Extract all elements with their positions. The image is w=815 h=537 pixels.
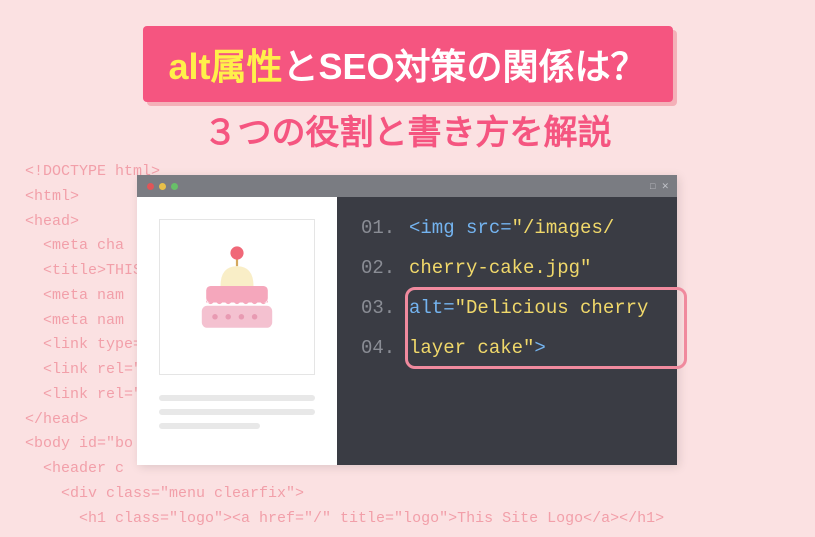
- code-line-1: 01. <img src="/images/: [361, 217, 653, 239]
- code-line-2: 02. cherry-cake.jpg": [361, 257, 653, 279]
- maximize-dot-icon: [171, 183, 178, 190]
- line-number: 03.: [361, 297, 409, 319]
- code-line-4: 04. layer cake">: [361, 337, 653, 359]
- window-controls: [147, 183, 178, 190]
- subtitle: ３つの役割と書き方を解説: [204, 105, 612, 154]
- window-right-controls: □ ✕: [650, 181, 669, 192]
- code-content: <img src="/images/: [409, 217, 614, 239]
- title-highlight: alt属性: [168, 46, 282, 87]
- browser-titlebar: □ ✕: [137, 175, 677, 197]
- text-placeholder-lines: [159, 395, 315, 429]
- close-dot-icon: [147, 183, 154, 190]
- code-pane: 01. <img src="/images/ 02. cherry-cake.j…: [337, 197, 677, 465]
- title-banner: alt属性とSEO対策の関係は？: [142, 26, 672, 102]
- code-content: layer cake">: [409, 337, 546, 359]
- page-preview-pane: [137, 197, 337, 465]
- placeholder-line: [159, 395, 315, 401]
- title-rest: とSEO対策の関係は？: [282, 46, 646, 87]
- window-close-icon: ✕: [661, 181, 669, 192]
- line-number: 02.: [361, 257, 409, 279]
- cake-image-placeholder: [159, 219, 315, 375]
- code-content: alt="Delicious cherry: [409, 297, 648, 319]
- browser-body: 01. <img src="/images/ 02. cherry-cake.j…: [137, 197, 677, 465]
- line-number: 04.: [361, 337, 409, 359]
- code-content: cherry-cake.jpg": [409, 257, 591, 279]
- browser-mockup: □ ✕: [137, 175, 677, 465]
- line-number: 01.: [361, 217, 409, 239]
- placeholder-line: [159, 423, 260, 429]
- window-min-icon: □: [650, 181, 655, 192]
- placeholder-line: [159, 409, 315, 415]
- minimize-dot-icon: [159, 183, 166, 190]
- code-line-3: 03. alt="Delicious cherry: [361, 297, 653, 319]
- cherry-cake-icon: [182, 242, 292, 352]
